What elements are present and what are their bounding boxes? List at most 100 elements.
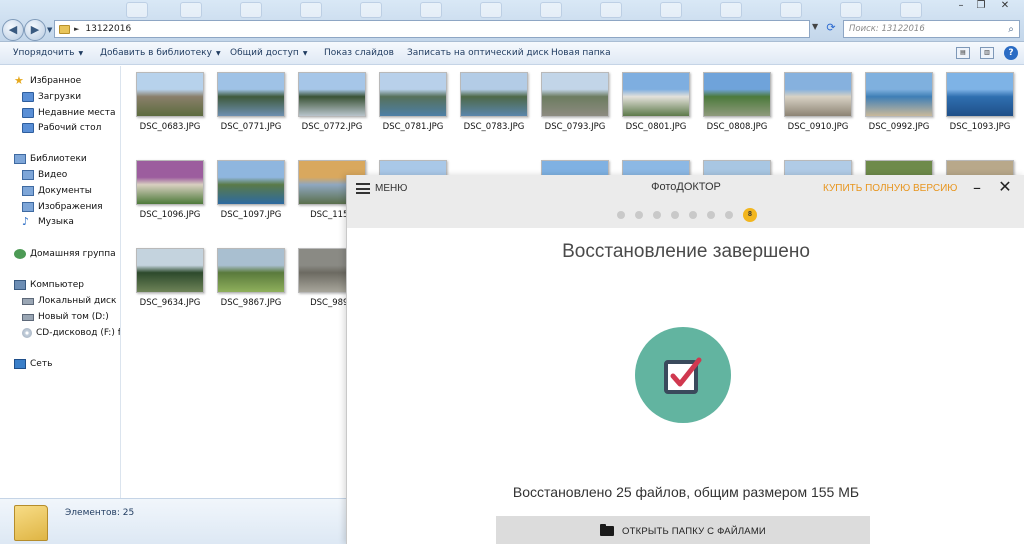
photo-thumbnail (217, 72, 285, 117)
photo-thumbnail (136, 160, 204, 205)
search-input[interactable]: Поиск: 13122016 (849, 24, 1003, 34)
slideshow-button[interactable]: Показ слайдов (324, 48, 394, 58)
library-icon (14, 154, 26, 164)
minimize-button[interactable]: – (952, 0, 970, 14)
file-thumbnail[interactable]: DSC_0808.JPG (702, 72, 772, 132)
nav-video[interactable]: Видео (22, 168, 67, 182)
nav-homegroup[interactable]: Домашняя группа (14, 247, 116, 261)
explorer-titlebar: – ❐ ✕ ◀ ▶ ▼ ► 13122016 ▼ ⟳ Поиск: 131220… (0, 0, 1024, 42)
window-controls: – ❐ ✕ (952, 0, 1018, 14)
step-dot (689, 211, 697, 219)
nav-label: Избранное (30, 76, 82, 86)
nav-desktop[interactable]: Рабочий стол (22, 121, 101, 135)
nav-downloads[interactable]: Загрузки (22, 90, 81, 104)
address-dropdown-icon[interactable]: ▼ (812, 22, 818, 31)
file-name: DSC_0772.JPG (301, 122, 363, 132)
completion-title: Восстановление завершено (562, 241, 810, 262)
menu-button[interactable]: МЕНЮ (356, 183, 407, 194)
file-thumbnail[interactable]: DSC_0781.JPG (378, 72, 448, 132)
organize-menu[interactable]: Упорядочить ▼ (13, 48, 83, 58)
breadcrumb-arrow-icon[interactable]: ► (74, 25, 79, 33)
refresh-icon[interactable]: ⟳ (824, 21, 838, 37)
photo-thumbnail (217, 160, 285, 205)
add-to-library-menu[interactable]: Добавить в библиотеку ▼ (100, 48, 221, 58)
back-button[interactable]: ◀ (2, 19, 24, 41)
file-thumbnail[interactable]: DSC_9867.JPG (216, 248, 286, 308)
history-dropdown-icon[interactable]: ▼ (47, 26, 52, 34)
change-view-icon[interactable]: ▤ (956, 47, 970, 59)
photo-thumbnail (541, 72, 609, 117)
nav-label: Сеть (30, 359, 53, 369)
nav-computer[interactable]: Компьютер (14, 278, 84, 292)
file-name: DSC_1097.JPG (220, 210, 282, 220)
file-thumbnail[interactable]: DSC_0772.JPG (297, 72, 367, 132)
nav-images[interactable]: Изображения (22, 200, 103, 214)
open-folder-button[interactable]: ОТКРЫТЬ ПАПКУ С ФАЙЛАМИ (496, 516, 870, 544)
cd-drive-icon (22, 328, 32, 338)
nav-cd-drive[interactable]: CD-дисковод (F:) fo (22, 326, 120, 340)
file-thumbnail[interactable]: DSC_0910.JPG (783, 72, 853, 132)
burn-button[interactable]: Записать на оптический диск (407, 48, 549, 58)
file-thumbnail[interactable]: DSC_0793.JPG (540, 72, 610, 132)
ghost-icon (780, 2, 802, 18)
item-count: Элементов: 25 (65, 508, 135, 518)
nav-favorites[interactable]: ★ Избранное (14, 74, 81, 88)
nav-label: Загрузки (38, 92, 82, 102)
hard-drive-icon (22, 297, 34, 305)
chevron-down-icon: ▼ (302, 50, 308, 57)
nav-label: Изображения (38, 202, 103, 212)
new-folder-button[interactable]: Новая папка (551, 48, 611, 58)
nav-label: Библиотеки (30, 154, 87, 164)
nav-recent[interactable]: Недавние места (22, 106, 116, 120)
share-menu[interactable]: Общий доступ ▼ (230, 48, 307, 58)
close-button[interactable]: ✕ (992, 0, 1018, 14)
ghost-icon (420, 2, 442, 18)
file-thumbnail[interactable]: DSC_0801.JPG (621, 72, 691, 132)
restore-button[interactable]: ❐ (972, 0, 990, 14)
star-icon: ★ (14, 74, 24, 87)
search-icon[interactable]: ⌕ (1003, 24, 1019, 35)
buy-full-version-link[interactable]: КУПИТЬ ПОЛНУЮ ВЕРСИЮ (823, 183, 957, 194)
minimize-icon[interactable]: – (969, 178, 985, 197)
address-path[interactable]: 13122016 (85, 24, 131, 34)
ghost-icon (180, 2, 202, 18)
file-thumbnail[interactable]: DSC_1096.JPG (135, 160, 205, 220)
nav-libraries[interactable]: Библиотеки (14, 152, 87, 166)
ghost-icon (240, 2, 262, 18)
nav-music[interactable]: ♪ Музыка (22, 215, 74, 229)
ghost-icon (900, 2, 922, 18)
file-thumbnail[interactable]: DSC_9634.JPG (135, 248, 205, 308)
forward-button[interactable]: ▶ (24, 19, 46, 41)
network-icon (14, 359, 26, 369)
video-library-icon (22, 170, 34, 180)
file-name: DSC_0683.JPG (139, 122, 201, 132)
homegroup-icon (14, 249, 26, 259)
file-name: DSC_1093.JPG (949, 122, 1011, 132)
file-thumbnail[interactable]: DSC_0992.JPG (864, 72, 934, 132)
nav-new-volume[interactable]: Новый том (D:) (22, 310, 109, 324)
nav-network[interactable]: Сеть (14, 357, 52, 371)
photo-thumbnail (622, 72, 690, 117)
command-bar: Упорядочить ▼ Добавить в библиотеку ▼ Общи… (0, 42, 1024, 65)
help-icon[interactable]: ? (1004, 46, 1018, 60)
search-box[interactable]: Поиск: 13122016 ⌕ (843, 20, 1020, 38)
photo-thumbnail (379, 72, 447, 117)
file-thumbnail[interactable]: DSC_1097.JPG (216, 160, 286, 220)
file-thumbnail[interactable]: DSC_0771.JPG (216, 72, 286, 132)
file-thumbnail[interactable]: DSC_0783.JPG (459, 72, 529, 132)
photo-thumbnail (136, 248, 204, 293)
file-thumbnail[interactable]: DSC_0683.JPG (135, 72, 205, 132)
photo-thumbnail (217, 248, 285, 293)
nav-documents[interactable]: Документы (22, 184, 92, 198)
address-bar[interactable]: ► 13122016 (54, 20, 810, 38)
chevron-down-icon: ▼ (78, 50, 84, 57)
desktop-icon (22, 123, 34, 133)
nav-label: Рабочий стол (38, 123, 102, 133)
file-thumbnail[interactable]: DSC_1093.JPG (945, 72, 1015, 132)
close-icon[interactable]: ✕ (997, 177, 1013, 196)
nav-label: Новый том (D:) (38, 312, 109, 322)
nav-local-disk[interactable]: Локальный диск (C: (22, 294, 120, 308)
preview-pane-icon[interactable]: ▥ (980, 47, 994, 59)
file-name: DSC_0783.JPG (463, 122, 525, 132)
nav-label: Видео (38, 170, 68, 180)
